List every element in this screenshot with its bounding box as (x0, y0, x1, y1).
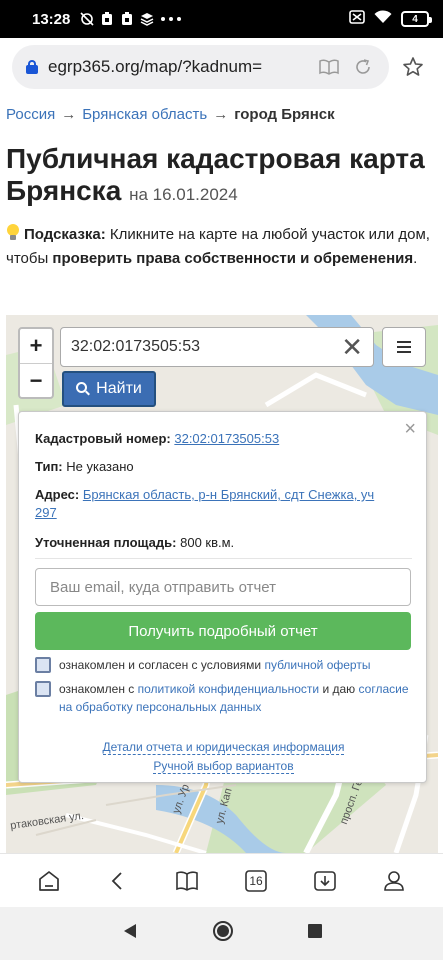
browser-toolbar: egrp365.org/map/?kadnum= (0, 38, 443, 96)
find-button[interactable]: Найти (62, 371, 156, 407)
home-icon[interactable] (34, 866, 64, 896)
profile-icon[interactable] (379, 866, 409, 896)
url-text[interactable]: egrp365.org/map/?kadnum= (48, 57, 307, 77)
wifi-icon (374, 10, 392, 28)
system-back-icon[interactable] (122, 923, 138, 944)
privacy-consent-text-2: и даю (322, 682, 356, 696)
manual-link-row: Ручной выбор вариантов (19, 759, 428, 774)
system-nav-bar (0, 907, 443, 960)
bookmark-star-icon[interactable] (395, 49, 431, 85)
address-row: Адрес: Брянская область, р-н Брянский, с… (35, 486, 395, 522)
offer-consent-checkbox[interactable] (35, 657, 51, 673)
hint-bold: проверить права собственности и обремене… (52, 250, 414, 267)
breadcrumb-russia[interactable]: Россия (6, 106, 55, 123)
offer-consent-checkbox-row: ознакомлен и согласен с условиями публич… (35, 656, 411, 674)
type-row: Тип: Не указано (35, 458, 134, 476)
privacy-consent-checkbox[interactable] (35, 681, 51, 697)
system-recents-icon[interactable] (307, 924, 322, 943)
privacy-consent-checkbox-row: ознакомлен с политикой конфиденциальност… (35, 680, 411, 716)
privacy-consent-text-1: ознакомлен с (59, 682, 135, 696)
lock-icon (26, 60, 38, 74)
sim-blocked-icon (349, 10, 365, 28)
parcel-info-popup: × Кадастровый номер: 32:02:0173505:53 Ти… (18, 411, 427, 783)
tabs-count: 16 (249, 873, 263, 888)
hint-end: . (413, 250, 418, 267)
manual-selection-link[interactable]: Ручной выбор вариантов (153, 759, 294, 774)
area-label: Уточненная площадь: (35, 535, 177, 550)
clear-search-icon[interactable]: ✕ (341, 334, 363, 360)
divider (35, 558, 412, 559)
cadastral-number-row: Кадастровый номер: 32:02:0173505:53 (35, 430, 279, 448)
map-menu-button[interactable] (382, 327, 426, 367)
browser-bottom-nav: 16 (0, 853, 443, 907)
close-popup-icon[interactable]: × (404, 418, 416, 441)
reader-mode-icon[interactable] (317, 55, 341, 79)
page-title-date: на 16.01.2024 (129, 185, 238, 204)
area-row: Уточненная площадь: 800 кв.м. (35, 534, 234, 552)
email-field[interactable]: Ваш email, куда отправить отчет (35, 568, 411, 606)
tabs-counter-icon[interactable]: 16 (241, 866, 271, 896)
find-button-label: Найти (96, 380, 142, 397)
back-icon[interactable] (103, 866, 133, 896)
cadastral-number-link[interactable]: 32:02:0173505:53 (174, 431, 279, 446)
zoom-control: + − (18, 327, 54, 399)
address-bar[interactable]: egrp365.org/map/?kadnum= (12, 45, 389, 89)
cadastral-search-input[interactable]: 32:02:0173505:53 ✕ (60, 327, 374, 367)
public-offer-link[interactable]: публичной оферты (264, 658, 370, 672)
battery-icon: 4 (401, 11, 432, 27)
address-link[interactable]: Брянская область, р-н Брянский, сдт Снеж… (35, 487, 374, 520)
details-link-row: Детали отчета и юридическая информация (19, 740, 428, 755)
address-label: Адрес: (35, 487, 80, 502)
breadcrumb-bryansk-oblast[interactable]: Брянская область (82, 106, 207, 123)
system-home-icon[interactable] (212, 920, 234, 947)
get-report-button[interactable]: Получить подробный отчет (35, 612, 411, 650)
breadcrumb-arrow: → (61, 106, 77, 123)
cadastral-number-label: Кадастровый номер: (35, 431, 171, 446)
reload-icon[interactable] (351, 55, 375, 79)
status-bar: 13:28 4 (0, 0, 443, 38)
privacy-policy-link[interactable]: политикой конфиденциальности (138, 682, 319, 696)
hamburger-icon (397, 341, 411, 353)
zoom-in-button[interactable]: + (20, 329, 52, 363)
zoom-out-button[interactable]: − (20, 363, 52, 397)
type-label: Тип: (35, 459, 63, 474)
web-page: Россия → Брянская область → город Брянск Пуб… (0, 96, 443, 853)
more-dots-icon (160, 12, 182, 26)
app-notification-icon (100, 12, 114, 26)
offer-consent-text: ознакомлен и согласен с условиями (59, 658, 262, 672)
cadastral-map[interactable]: ртаковская ул. ул. Ур ул. Кап просп. Гер… (6, 315, 438, 853)
hint-label: Подсказка: (24, 226, 106, 243)
downloads-icon[interactable] (310, 866, 340, 896)
alarm-off-icon (80, 12, 94, 26)
page-title: Публичная кадастровая карта Брянска на 1… (0, 123, 443, 211)
layers-icon (140, 12, 154, 26)
search-icon (76, 382, 91, 396)
status-time: 13:28 (32, 10, 71, 28)
bookmarks-icon[interactable] (172, 866, 202, 896)
battery-level: 4 (412, 13, 418, 25)
type-value: Не указано (66, 459, 134, 474)
area-value: 800 кв.м. (180, 535, 235, 550)
breadcrumb-current: город Брянск (234, 106, 335, 123)
breadcrumb-arrow: → (213, 106, 229, 123)
breadcrumb: Россия → Брянская область → город Брянск (0, 96, 443, 123)
hint-text: Подсказка: Кликните на карте на любой уч… (0, 211, 443, 271)
lightbulb-icon (6, 224, 20, 242)
search-input-value[interactable]: 32:02:0173505:53 (71, 338, 341, 356)
app-notification-icon-2 (120, 12, 134, 26)
report-details-link[interactable]: Детали отчета и юридическая информация (102, 740, 345, 755)
